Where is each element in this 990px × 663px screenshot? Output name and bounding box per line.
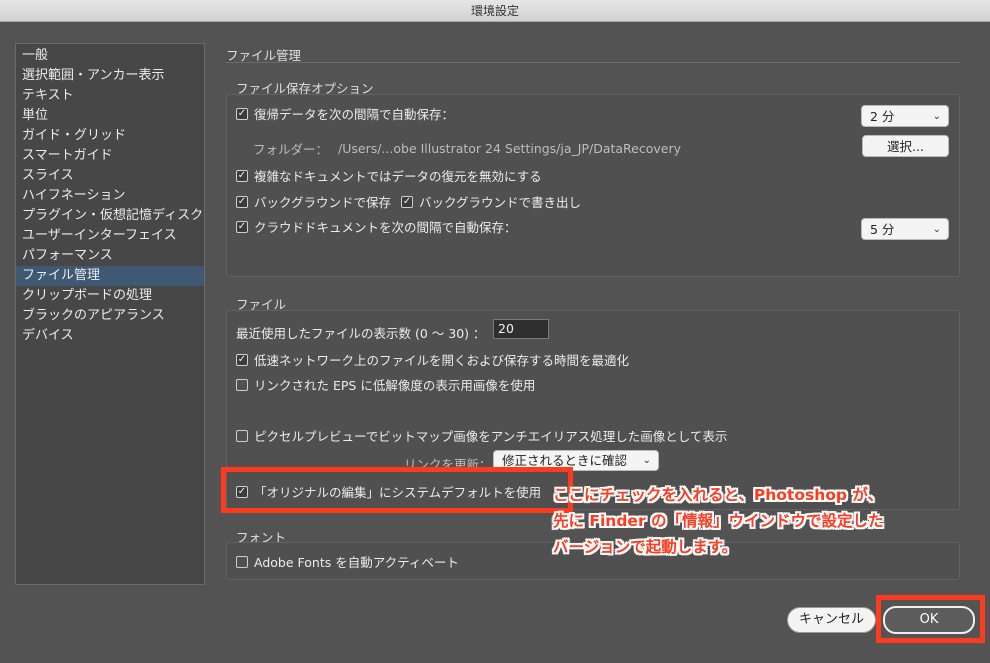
antialias-row[interactable]: ピクセルプレビューでビットマップ画像をアンチエイリアス処理した画像として表示 (236, 426, 727, 445)
sidebar-item[interactable]: ハイフネーション (16, 186, 204, 206)
cloud-interval-value: 5 分 (870, 222, 895, 237)
disable-recovery-label: 複雑なドキュメントではデータの復元を無効にする (254, 169, 542, 184)
auto-activate-checkbox[interactable] (236, 555, 248, 568)
recent-files-input[interactable]: 20 (493, 319, 549, 339)
chevron-down-icon: ⌄ (932, 224, 941, 235)
low-res-checkbox[interactable] (236, 378, 248, 391)
autosave-interval-value: 2 分 (870, 109, 895, 124)
autosave-label: 復帰データを次の間隔で自動保存： (254, 107, 455, 122)
antialias-label: ピクセルプレビューでビットマップ画像をアンチエイリアス処理した画像として表示 (254, 429, 728, 444)
annotation-line-2: 先に Finder の「情報」ウインドウで設定した (553, 512, 884, 530)
annotation-line-3: バージョンで起動します。 (553, 538, 738, 556)
network-row[interactable]: ✓ 低速ネットワーク上のファイルを開くおよび保存する時間を最適化 (236, 350, 629, 369)
cloud-autosave-checkbox[interactable]: ✓ (236, 220, 248, 233)
cloud-interval-select[interactable]: 5 分 ⌄ (861, 218, 949, 240)
network-label: 低速ネットワーク上のファイルを開くおよび保存する時間を最適化 (254, 353, 630, 368)
annotation-text: ここにチェックを入れると、Photoshop が、 先に Finder の「情報… (553, 482, 883, 560)
annotation-line-1: ここにチェックを入れると、Photoshop が、 (553, 486, 884, 504)
cancel-button[interactable]: キャンセル (787, 607, 876, 633)
sidebar-item[interactable]: 選択範囲・アンカー表示 (16, 66, 204, 86)
auto-activate-row[interactable]: Adobe Fonts を自動アクティベート (236, 552, 459, 571)
window-title: 環境設定 (0, 0, 990, 22)
chevron-down-icon: ⌄ (932, 111, 941, 122)
bg-save-checkbox[interactable]: ✓ (236, 195, 248, 208)
sidebar-list: 一般 選択範囲・アンカー表示 テキスト 単位 ガイド・グリッド スマートガイド スライス ハイ… (16, 44, 204, 346)
recent-files-row: 最近使用したファイルの表示数 (0 〜 30) ： (236, 323, 486, 342)
cloud-autosave-row[interactable]: ✓ クラウドドキュメントを次の間隔で自動保存： (236, 217, 517, 236)
folder-row: フォルダー： /Users/...obe Illustrator 24 Sett… (253, 139, 681, 158)
folder-label: フォルダー： (253, 142, 329, 157)
sidebar-item[interactable]: スマートガイド (16, 146, 204, 166)
auto-activate-label: Adobe Fonts を自動アクティベート (254, 555, 459, 570)
disable-recovery-row[interactable]: ✓ 複雑なドキュメントではデータの復元を無効にする (236, 166, 542, 185)
low-res-row[interactable]: リンクされた EPS に低解像度の表示用画像を使用 (236, 375, 535, 394)
bg-export-label: バックグラウンドで書き出し (419, 195, 582, 210)
autosave-interval-select[interactable]: 2 分 ⌄ (861, 105, 949, 127)
sidebar-item[interactable]: ファイル管理 (16, 266, 204, 286)
sidebar-item[interactable]: パフォーマンス (16, 246, 204, 266)
update-links-value: 修正されるときに確認 (502, 453, 628, 468)
annotation-highlight-box (221, 467, 573, 513)
chevron-down-icon: ⌄ (642, 455, 651, 466)
folder-path: /Users/...obe Illustrator 24 Settings/ja… (338, 141, 682, 156)
network-checkbox[interactable]: ✓ (236, 353, 248, 366)
sidebar-item[interactable]: ユーザーインターフェイス (16, 226, 204, 246)
autosave-checkbox[interactable]: ✓ (236, 107, 248, 120)
sidebar-item[interactable]: 単位 (16, 106, 204, 126)
sidebar-item[interactable]: テキスト (16, 86, 204, 106)
recent-files-label: 最近使用したファイルの表示数 (0 〜 30) ： (236, 326, 486, 341)
bg-save-row[interactable]: ✓ バックグラウンドで保存 ✓ バックグラウンドで書き出し (236, 192, 581, 211)
sidebar-item[interactable]: プラグイン・仮想記憶ディスク (16, 206, 204, 226)
cloud-autosave-label: クラウドドキュメントを次の間隔で自動保存： (254, 220, 517, 235)
sidebar-item[interactable]: ブラックのアピアランス (16, 306, 204, 326)
sidebar-item[interactable]: デバイス (16, 326, 204, 346)
disable-recovery-checkbox[interactable]: ✓ (236, 169, 248, 182)
heading-divider (226, 62, 960, 63)
sidebar-item[interactable]: スライス (16, 166, 204, 186)
sidebar: 一般 選択範囲・アンカー表示 テキスト 単位 ガイド・グリッド スマートガイド スライス ハイ… (15, 43, 205, 585)
ok-button[interactable]: OK (883, 606, 975, 634)
bg-save-label: バックグラウンドで保存 (254, 195, 392, 210)
autosave-row[interactable]: ✓ 復帰データを次の間隔で自動保存： (236, 104, 454, 123)
sidebar-item[interactable]: クリップボードの処理 (16, 286, 204, 306)
choose-folder-button[interactable]: 選択... (862, 135, 949, 157)
antialias-checkbox[interactable] (236, 429, 248, 442)
low-res-label: リンクされた EPS に低解像度の表示用画像を使用 (254, 378, 536, 393)
sidebar-item[interactable]: ガイド・グリッド (16, 126, 204, 146)
bg-export-checkbox[interactable]: ✓ (401, 195, 414, 208)
sidebar-item[interactable]: 一般 (16, 46, 204, 66)
